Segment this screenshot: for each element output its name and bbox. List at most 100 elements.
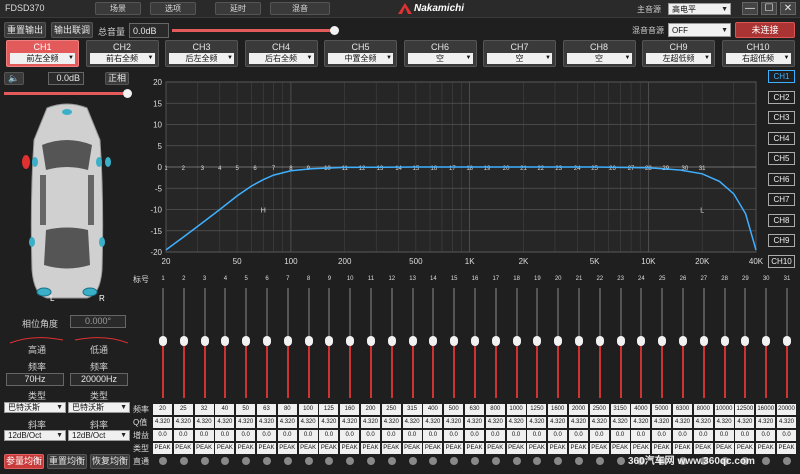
band-q-field[interactable]: 4.320 xyxy=(277,417,297,428)
band-bypass-toggle[interactable] xyxy=(304,457,313,465)
band-gain-knob[interactable] xyxy=(450,336,459,346)
band-gain-knob[interactable] xyxy=(512,336,521,346)
band-freq-field[interactable]: 10000 xyxy=(714,404,734,415)
band-q-field[interactable]: 4.320 xyxy=(485,417,505,428)
band-type-field[interactable]: PEAK xyxy=(589,443,609,454)
channel-volume-knob[interactable] xyxy=(123,89,133,98)
band-bypass-toggle[interactable] xyxy=(595,457,604,465)
band-freq-field[interactable]: 1000 xyxy=(506,404,526,415)
eq-params-button[interactable]: 参量均衡 xyxy=(4,454,44,469)
band-gain-knob[interactable] xyxy=(367,336,375,346)
band-q-field[interactable]: 4.320 xyxy=(402,417,422,428)
band-q-field[interactable]: 4.320 xyxy=(173,417,193,428)
channel-position-select[interactable]: 前左全频 xyxy=(10,53,75,64)
band-gain-knob[interactable] xyxy=(179,336,188,346)
band-gain-field[interactable]: 0.0 xyxy=(673,430,692,441)
output-link-button[interactable]: 输出联调 xyxy=(51,22,93,38)
channel-button-ch7[interactable]: CH7 空 xyxy=(483,40,556,67)
hp-slope-select[interactable]: 12dB/Oct xyxy=(4,430,66,441)
band-bypass-toggle[interactable] xyxy=(159,457,167,465)
band-gain-field[interactable]: 0.0 xyxy=(569,430,588,441)
channel-tab-ch6[interactable]: CH6 xyxy=(768,172,795,186)
band-q-field[interactable]: 4.320 xyxy=(361,417,380,428)
lp-freq-field[interactable]: 20000Hz xyxy=(70,373,128,386)
mix-source-select[interactable]: OFF xyxy=(668,23,731,37)
band-gain-field[interactable]: 0.0 xyxy=(506,430,526,441)
channel-button-ch6[interactable]: CH6 空 xyxy=(403,40,477,67)
band-gain-field[interactable]: 0.0 xyxy=(298,430,318,441)
band-freq-field[interactable]: 32 xyxy=(194,404,214,415)
band-gain-knob[interactable] xyxy=(325,336,334,346)
band-gain-field[interactable]: 0.0 xyxy=(173,430,193,441)
band-q-field[interactable]: 4.320 xyxy=(257,417,276,428)
channel-volume-value[interactable]: 0.0dB xyxy=(48,72,84,85)
band-gain-knob[interactable] xyxy=(720,336,729,346)
band-gain-field[interactable]: 0.0 xyxy=(444,430,464,441)
channel-button-ch3[interactable]: CH3 后左全频 xyxy=(165,40,238,67)
channel-tab-ch2[interactable]: CH2 xyxy=(768,90,795,104)
channel-position-select[interactable]: 空 xyxy=(407,53,473,64)
band-bypass-toggle[interactable] xyxy=(179,457,188,465)
mute-button[interactable]: 🔈 xyxy=(4,72,24,85)
channel-position-select[interactable]: 中置全频 xyxy=(328,53,393,64)
channel-position-select[interactable]: 后右全频 xyxy=(248,53,314,64)
band-gain-field[interactable]: 0.0 xyxy=(257,430,276,441)
channel-tab-ch4[interactable]: CH4 xyxy=(768,131,795,145)
band-gain-knob[interactable] xyxy=(159,336,167,346)
lp-type-select[interactable]: 巴特沃斯 xyxy=(68,402,130,413)
channel-tab-ch3[interactable]: CH3 xyxy=(768,111,795,124)
band-type-field[interactable]: PEAK xyxy=(485,443,505,454)
tab-scene[interactable]: 场景 xyxy=(95,2,141,15)
band-gain-knob[interactable] xyxy=(762,336,771,346)
band-gain-field[interactable]: 0.0 xyxy=(485,430,505,441)
band-gain-knob[interactable] xyxy=(616,336,625,346)
band-gain-knob[interactable] xyxy=(533,336,542,346)
band-gain-knob[interactable] xyxy=(783,336,791,346)
band-gain-field[interactable]: 0.0 xyxy=(610,430,630,441)
band-freq-field[interactable]: 16000 xyxy=(756,404,776,415)
band-q-field[interactable]: 4.320 xyxy=(340,417,360,428)
master-volume-knob[interactable] xyxy=(329,26,339,35)
channel-button-ch9[interactable]: CH9 左超低频 xyxy=(642,40,715,67)
channel-tab-ch5[interactable]: CH5 xyxy=(768,152,795,165)
channel-tab-ch10[interactable]: CH10 xyxy=(768,254,795,268)
band-gain-field[interactable]: 0.0 xyxy=(319,430,339,441)
band-freq-field[interactable]: 315 xyxy=(402,404,422,415)
band-freq-field[interactable]: 1600 xyxy=(548,404,568,415)
band-freq-field[interactable]: 20 xyxy=(153,404,172,415)
band-q-field[interactable]: 4.320 xyxy=(236,417,256,428)
band-gain-knob[interactable] xyxy=(741,336,750,346)
band-type-field[interactable]: PEAK xyxy=(465,443,484,454)
band-q-field[interactable]: 4.320 xyxy=(506,417,526,428)
maximize-button[interactable]: ☐ xyxy=(761,2,777,15)
band-freq-field[interactable]: 100 xyxy=(298,404,318,415)
band-bypass-toggle[interactable] xyxy=(367,457,375,465)
band-gain-field[interactable]: 0.0 xyxy=(652,430,672,441)
band-freq-field[interactable]: 500 xyxy=(444,404,464,415)
band-q-field[interactable]: 4.320 xyxy=(589,417,609,428)
tab-mix[interactable]: 混音 xyxy=(270,2,330,15)
band-freq-field[interactable]: 630 xyxy=(465,404,484,415)
band-bypass-toggle[interactable] xyxy=(346,457,355,465)
band-freq-field[interactable]: 6300 xyxy=(673,404,692,415)
band-gain-knob[interactable] xyxy=(471,336,479,346)
band-gain-field[interactable]: 0.0 xyxy=(693,430,713,441)
band-q-field[interactable]: 4.320 xyxy=(756,417,776,428)
band-freq-field[interactable]: 80 xyxy=(277,404,297,415)
lp-slope-select[interactable]: 12dB/Oct xyxy=(68,430,130,441)
band-gain-field[interactable]: 0.0 xyxy=(215,430,235,441)
band-freq-field[interactable]: 1250 xyxy=(527,404,547,415)
master-volume-slider[interactable] xyxy=(172,26,339,35)
band-bypass-toggle[interactable] xyxy=(616,457,625,465)
band-type-field[interactable]: PEAK xyxy=(361,443,380,454)
band-gain-field[interactable]: 0.0 xyxy=(777,430,796,441)
channel-button-ch8[interactable]: CH8 空 xyxy=(562,40,636,67)
band-bypass-toggle[interactable] xyxy=(450,457,459,465)
band-freq-field[interactable]: 3150 xyxy=(610,404,630,415)
band-freq-field[interactable]: 2500 xyxy=(589,404,609,415)
band-freq-field[interactable]: 4000 xyxy=(631,404,651,415)
band-gain-knob[interactable] xyxy=(221,336,230,346)
band-freq-field[interactable]: 200 xyxy=(361,404,380,415)
restore-eq-button[interactable]: 恢复均衡 xyxy=(90,454,130,469)
band-bypass-toggle[interactable] xyxy=(533,457,542,465)
